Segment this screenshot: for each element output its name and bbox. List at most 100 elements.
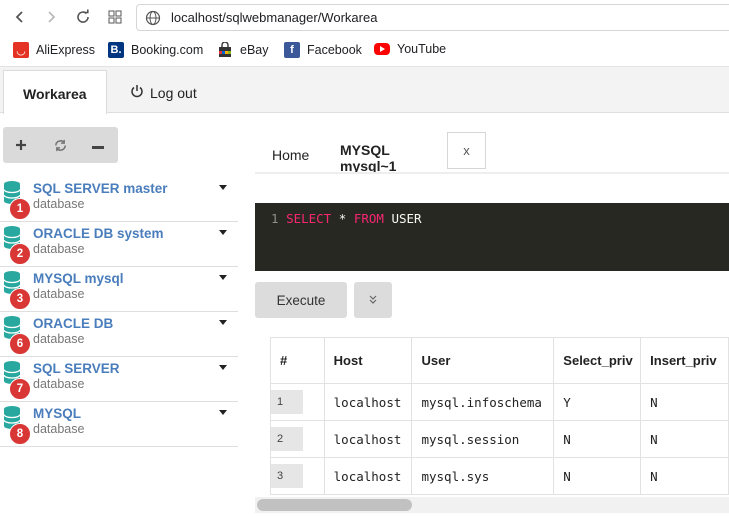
facebook-icon: f (284, 42, 300, 58)
bookmark-label: Facebook (307, 43, 362, 57)
logout-link[interactable]: Log out (130, 84, 197, 101)
table-row[interactable]: 2 localhost mysql.session N N (270, 420, 729, 458)
column-header[interactable]: Insert_priv (640, 337, 729, 384)
tab-home[interactable]: Home (272, 147, 309, 163)
database-type: database (33, 422, 85, 436)
sidebar-item-database[interactable]: 2 ORACLE DB system database (0, 222, 238, 267)
table-header-row: # Host User Select_priv Insert_priv (270, 337, 729, 384)
table-cell[interactable]: Y (553, 383, 642, 421)
table-cell[interactable]: mysql.session (411, 420, 555, 458)
connection-number-badge: 7 (9, 378, 31, 400)
caret-down-icon[interactable] (219, 320, 227, 325)
app-tabbar: Workarea Log out (0, 67, 729, 114)
column-header[interactable]: Host (323, 337, 413, 384)
database-name: MYSQL mysql (33, 271, 124, 286)
sidebar-item-database[interactable]: 7 SQL SERVER database (0, 357, 238, 402)
execute-button[interactable]: Execute (255, 282, 347, 318)
row-number: 3 (270, 464, 303, 488)
remove-connection-button[interactable] (87, 134, 109, 156)
caret-down-icon[interactable] (219, 275, 227, 280)
refresh-button[interactable] (49, 134, 71, 156)
column-header[interactable]: User (411, 337, 555, 384)
table-cell[interactable]: localhost (323, 420, 413, 458)
table-cell[interactable]: mysql.sys (411, 457, 555, 495)
table-row[interactable]: 1 localhost mysql.infoschema Y N (270, 383, 729, 421)
booking-icon: B. (108, 42, 124, 58)
database-type: database (33, 287, 85, 301)
bookmark-label: YouTube (397, 42, 447, 56)
bookmarks-bar: ◡ AliExpress B. Booking.com eBay f Faceb… (0, 34, 729, 67)
bookmark-label: AliExpress (36, 43, 96, 57)
database-type: database (33, 197, 85, 211)
address-bar[interactable]: localhost/sqlwebmanager/Workarea (136, 4, 729, 31)
results-table: # Host User Select_priv Insert_priv 1 loc… (270, 337, 729, 495)
tab-mysql-mysql-1[interactable]: MYSQL mysql~1 (340, 142, 396, 174)
caret-down-icon[interactable] (219, 185, 227, 190)
scrollbar-thumb[interactable] (257, 499, 412, 511)
table-cell[interactable]: N (553, 457, 642, 495)
sidebar-item-database[interactable]: 1 SQL SERVER master database (0, 177, 238, 222)
globe-icon (145, 10, 161, 31)
table-cell[interactable]: N (553, 420, 642, 458)
bookmark-facebook[interactable]: f Facebook (284, 42, 362, 58)
execute-bar: Execute (255, 278, 729, 324)
more-options-button[interactable] (354, 282, 392, 318)
sidebar-item-database[interactable]: 8 MYSQL database (0, 402, 238, 447)
database-name: ORACLE DB (33, 316, 114, 331)
table-cell[interactable]: N (640, 420, 729, 458)
row-number-cell: 2 (270, 420, 325, 458)
sidebar-item-database[interactable]: 3 MYSQL mysql database (0, 267, 238, 312)
results-grid: # Host User Select_priv Insert_priv 1 loc… (270, 337, 729, 497)
row-number-cell: 3 (270, 457, 325, 495)
column-header[interactable]: # (270, 337, 325, 384)
bookmark-aliexpress[interactable]: ◡ AliExpress (13, 42, 95, 58)
reload-icon[interactable] (72, 6, 94, 28)
column-header[interactable]: Select_priv (553, 337, 642, 384)
database-name: SQL SERVER master (33, 181, 168, 196)
forward-icon[interactable] (40, 6, 62, 28)
sql-keyword: SELECT (286, 211, 332, 226)
table-cell[interactable]: N (640, 383, 729, 421)
sidebar-toolbar (3, 127, 118, 163)
youtube-icon (374, 43, 390, 55)
sidebar-item-database[interactable]: 6 ORACLE DB database (0, 312, 238, 357)
row-number: 1 (270, 390, 303, 414)
connection-number-badge: 6 (9, 333, 31, 355)
tab-workarea[interactable]: Workarea (3, 70, 107, 114)
sql-token: * (338, 211, 347, 226)
database-type: database (33, 242, 85, 256)
caret-down-icon[interactable] (219, 230, 227, 235)
bookmark-label: eBay (240, 43, 269, 57)
caret-down-icon[interactable] (219, 410, 227, 415)
back-icon[interactable] (9, 6, 31, 28)
horizontal-scrollbar[interactable] (255, 497, 729, 513)
database-name: MYSQL (33, 406, 82, 421)
database-type: database (33, 332, 85, 346)
bookmark-booking[interactable]: B. Booking.com (108, 42, 203, 58)
bookmark-ebay[interactable]: eBay (217, 42, 269, 58)
editor-line: 1 SELECT * FROM USER (271, 211, 422, 226)
bookmark-label: Booking.com (131, 43, 204, 57)
browser-toolbar: localhost/sqlwebmanager/Workarea (0, 0, 729, 34)
row-number-cell: 1 (270, 383, 325, 421)
add-connection-button[interactable] (10, 134, 32, 156)
connection-number-badge: 1 (9, 198, 31, 220)
url-text: localhost/sqlwebmanager/Workarea (171, 10, 378, 25)
logout-label: Log out (150, 84, 197, 101)
sql-editor[interactable]: 1 SELECT * FROM USER (255, 203, 729, 271)
table-cell[interactable]: mysql.infoschema (411, 383, 555, 421)
tab-workarea-label: Workarea (23, 86, 87, 102)
table-cell[interactable]: localhost (323, 457, 413, 495)
sql-keyword: FROM (353, 211, 384, 226)
chevron-double-down-icon (369, 295, 377, 304)
table-cell[interactable]: N (640, 457, 729, 495)
line-number: 1 (271, 211, 279, 226)
ebay-bag-icon (217, 42, 233, 58)
bookmark-youtube[interactable]: YouTube (374, 42, 446, 56)
aliexpress-icon: ◡ (13, 42, 29, 58)
close-tab-button[interactable]: x (447, 132, 486, 169)
caret-down-icon[interactable] (219, 365, 227, 370)
table-row[interactable]: 3 localhost mysql.sys N N (270, 457, 729, 495)
apps-grid-icon[interactable] (104, 6, 126, 28)
table-cell[interactable]: localhost (323, 383, 413, 421)
